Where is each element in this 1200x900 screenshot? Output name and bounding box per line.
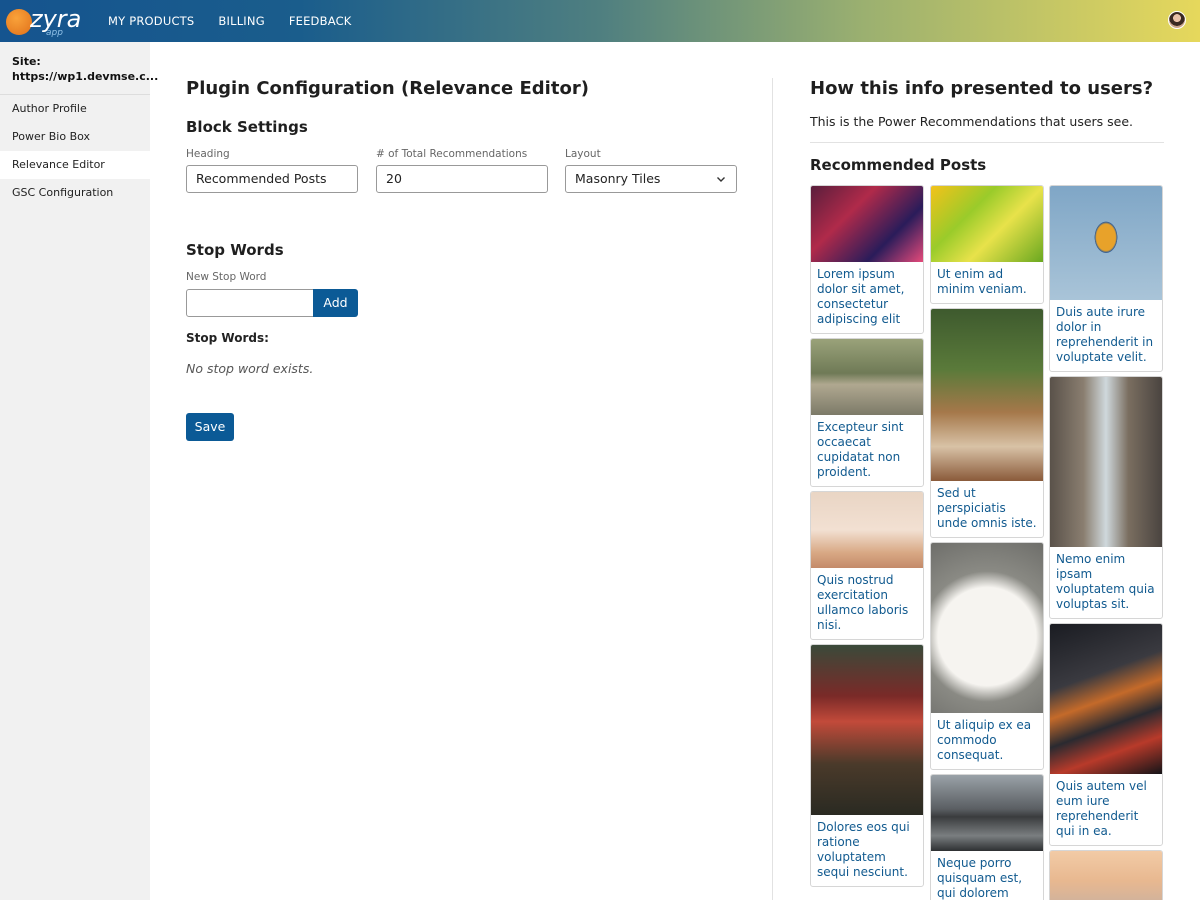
total-recommendations-input[interactable]: 20 (376, 165, 548, 193)
recommendation-tile[interactable]: Excepteur sint occaecat cupidatat non pr… (810, 338, 924, 487)
tile-caption: Ut aliquip ex ea commodo consequat. (937, 718, 1032, 762)
total-recommendations-label: # of Total Recommendations (376, 148, 528, 160)
stop-words-list-label: Stop Words: (186, 331, 269, 345)
recommendation-tile[interactable]: Ut aliquip ex ea commodo consequat. (930, 542, 1044, 770)
cafe-storefront-photo (811, 645, 923, 815)
block-settings-title: Block Settings (186, 118, 308, 136)
sidebar-item-gsc-configuration[interactable]: GSC Configuration (0, 179, 150, 207)
heading-input[interactable]: Recommended Posts (186, 165, 358, 193)
tile-caption: Quis autem vel eum iure reprehenderit qu… (1056, 779, 1147, 838)
masonry-column-3: Duis aute irure dolor in reprehenderit i… (1049, 185, 1163, 900)
tile-caption: Quis nostrud exercitation ullamco labori… (817, 573, 909, 632)
sidebar-item-relevance-editor[interactable]: Relevance Editor (0, 151, 150, 179)
site-info: Site: https://wp1.devmse.c... (0, 42, 159, 95)
table-setting-photo (811, 492, 923, 568)
tile-caption: Nemo enim ipsam voluptatem quia voluptas… (1056, 552, 1155, 611)
masonry-column-2: Ut enim ad minim veniam. Sed ut perspici… (930, 185, 1044, 900)
recommendation-tile[interactable]: Quis autem vel eum iure reprehenderit qu… (1049, 623, 1163, 846)
recommendation-tile[interactable]: Lorem ipsum dolor sit amet, consectetur … (810, 185, 924, 334)
layout-select[interactable]: Masonry Tiles (565, 165, 737, 193)
recommendation-tile[interactable]: Sed ut perspiciatis unde omnis iste. (930, 308, 1044, 538)
layout-select-value: Masonry Tiles (575, 171, 661, 186)
top-navigation-bar: zyra app MY PRODUCTS BILLING FEEDBACK (0, 0, 1200, 42)
chevron-down-icon (717, 177, 725, 182)
logo-subtext: app (46, 28, 63, 38)
city-street-photo (1050, 377, 1162, 547)
logo-ball-icon (6, 9, 32, 35)
recommended-posts-heading: Recommended Posts (810, 156, 987, 174)
sidebar-item-power-bio-box[interactable]: Power Bio Box (0, 123, 150, 151)
zyra-logo[interactable]: zyra app (6, 4, 81, 38)
tile-caption: Lorem ipsum dolor sit amet, consectetur … (817, 267, 905, 326)
night-traffic-photo (1050, 624, 1162, 774)
tile-caption: Excepteur sint occaecat cupidatat non pr… (817, 420, 904, 479)
masonry-column-1: Lorem ipsum dolor sit amet, consectetur … (810, 185, 924, 891)
recommendation-tile[interactable] (1049, 850, 1163, 900)
site-label: Site: (12, 55, 41, 68)
tile-caption: Ut enim ad minim veniam. (937, 267, 1027, 296)
sunset-sea-photo (1050, 851, 1162, 900)
recommendation-tile[interactable]: Quis nostrud exercitation ullamco labori… (810, 491, 924, 640)
recommendation-tile[interactable]: Nemo enim ipsam voluptatem quia voluptas… (1049, 376, 1163, 619)
stop-words-empty-message: No stop word exists. (186, 361, 314, 376)
nav-my-products[interactable]: MY PRODUCTS (108, 14, 194, 28)
garden-tea-table-photo (931, 309, 1043, 481)
main-nav: MY PRODUCTS BILLING FEEDBACK (108, 0, 352, 42)
layout-label: Layout (565, 148, 601, 160)
city-skyline-water-photo (931, 775, 1043, 851)
citrus-fruit-photo (931, 186, 1043, 262)
recommendation-tile[interactable]: Dolores eos qui ratione voluptatem sequi… (810, 644, 924, 887)
masonry-tiles: Lorem ipsum dolor sit amet, consectetur … (810, 185, 1164, 900)
tile-caption: Neque porro quisquam est, qui dolorem (937, 856, 1023, 900)
user-avatar[interactable] (1168, 11, 1186, 29)
tile-caption: Sed ut perspiciatis unde omnis iste. (937, 486, 1037, 530)
heading-label: Heading (186, 148, 230, 160)
column-divider (772, 78, 773, 900)
add-stop-word-button[interactable]: Add (313, 289, 358, 317)
sidebar: Site: https://wp1.devmse.c... Author Pro… (0, 42, 159, 900)
new-stop-word-input[interactable] (186, 289, 314, 317)
preview-divider (810, 142, 1164, 143)
nav-billing[interactable]: BILLING (218, 14, 264, 28)
tile-caption: Duis aute irure dolor in reprehenderit i… (1056, 305, 1154, 364)
recommendation-tile[interactable]: Neque porro quisquam est, qui dolorem (930, 774, 1044, 900)
party-photo (811, 186, 923, 262)
cyclist-photo (811, 339, 923, 415)
nav-feedback[interactable]: FEEDBACK (289, 14, 352, 28)
recommendation-tile[interactable]: Duis aute irure dolor in reprehenderit i… (1049, 185, 1163, 372)
preview-title: How this info presented to users? (810, 78, 1154, 99)
site-url: https://wp1.devmse.c... (12, 70, 159, 83)
save-button[interactable]: Save (186, 413, 234, 441)
new-stop-word-label: New Stop Word (186, 271, 267, 283)
flower-plate-photo (931, 543, 1043, 713)
tile-caption: Dolores eos qui ratione voluptatem sequi… (817, 820, 910, 879)
preview-description: This is the Power Recommendations that u… (810, 114, 1134, 129)
recommendation-tile[interactable]: Ut enim ad minim veniam. (930, 185, 1044, 304)
page-title: Plugin Configuration (Relevance Editor) (186, 78, 589, 99)
hot-air-balloon-photo (1050, 186, 1162, 300)
stop-words-title: Stop Words (186, 241, 284, 259)
sidebar-item-author-profile[interactable]: Author Profile (0, 95, 150, 123)
